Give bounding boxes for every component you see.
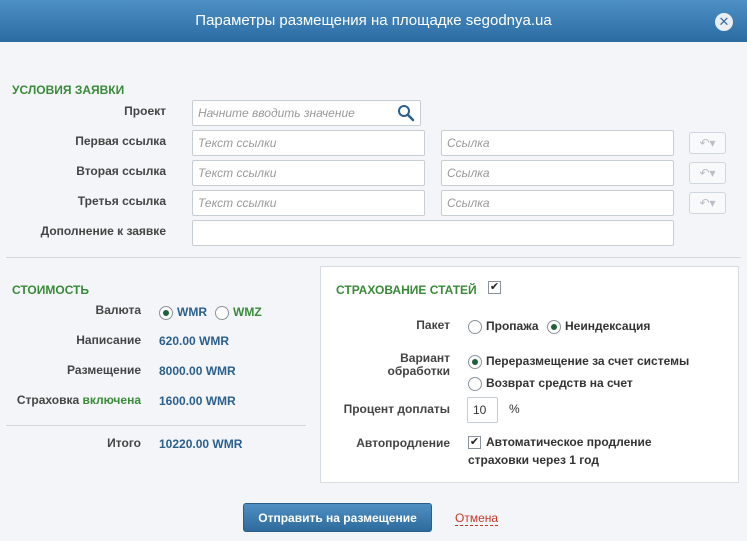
link3-text-input[interactable]: Текст ссылки — [192, 190, 425, 216]
cancel-link[interactable]: Отмена — [455, 511, 499, 526]
addition-input[interactable] — [192, 220, 674, 246]
insurance-label-text: Страховка — [16, 393, 80, 407]
addition-label: Дополнение к заявке — [40, 224, 166, 238]
link2-url-input[interactable]: Ссылка — [441, 160, 674, 186]
variant-replace-radio[interactable] — [468, 355, 482, 369]
undo-icon: ↶▾ — [699, 166, 716, 180]
autorenew-text-line1: Автоматическое продление — [486, 435, 652, 449]
package-nonindex-label: Неиндексация — [565, 319, 651, 333]
total-label: Итого — [107, 436, 141, 450]
link1-url-input[interactable]: Ссылка — [441, 130, 674, 156]
package-loss-label: Пропажа — [486, 319, 539, 333]
percent-unit: % — [509, 402, 520, 416]
variant-label: Вариант обработки — [330, 352, 450, 378]
placement-label: Размещение — [67, 363, 141, 377]
insurance-cost-label: Страховка включена — [14, 393, 141, 407]
variant-replace-label: Переразмещение за счет системы — [486, 354, 690, 368]
project-input[interactable]: Начните вводить значение — [192, 100, 421, 126]
insurance-state-text: включена — [82, 393, 141, 407]
undo-icon: ↶▾ — [699, 136, 716, 150]
package-nonindex-radio[interactable] — [547, 320, 561, 334]
currency-wmr-label: WMR — [177, 305, 207, 319]
autorenew-checkbox[interactable]: ✔ — [468, 436, 481, 449]
percent-input[interactable]: 10 — [467, 397, 498, 423]
link3-label: Третья ссылка — [77, 194, 166, 208]
insurance-section-title: СТРАХОВАНИЕ СТАТЕЙ — [336, 283, 477, 297]
submit-button[interactable]: Отправить на размещение — [243, 503, 432, 532]
conditions-section-title: УСЛОВИЯ ЗАЯВКИ — [12, 83, 125, 97]
currency-wmz-label: WMZ — [233, 305, 262, 319]
link3-url-input[interactable]: Ссылка — [441, 190, 674, 216]
link2-text-input[interactable]: Текст ссылки — [192, 160, 425, 186]
search-icon[interactable] — [397, 104, 415, 122]
writing-value: 620.00 WMR — [159, 334, 230, 348]
currency-wmz-radio[interactable] — [215, 306, 229, 320]
project-label: Проект — [124, 104, 166, 118]
currency-label: Валюта — [95, 303, 141, 317]
link1-label: Первая ссылка — [75, 134, 166, 148]
link2-label: Вторая ссылка — [76, 164, 166, 178]
link2-undo-button[interactable]: ↶▾ — [689, 162, 726, 184]
insurance-enabled-checkbox[interactable]: ✔ — [488, 281, 501, 294]
cost-section-title: СТОИМОСТЬ — [12, 283, 90, 297]
package-label: Пакет — [416, 318, 450, 332]
insurance-value: 1600.00 WMR — [159, 394, 236, 408]
currency-wmr-radio[interactable] — [159, 306, 173, 320]
close-icon[interactable]: ✕ — [715, 13, 733, 31]
variant-refund-label: Возврат средств на счет — [486, 376, 633, 390]
variant-label-line2: обработки — [387, 364, 450, 378]
section-divider — [6, 257, 741, 258]
package-loss-radio[interactable] — [468, 320, 482, 334]
link3-undo-button[interactable]: ↶▾ — [689, 192, 726, 214]
dialog-titlebar: Параметры размещения на площадке segodny… — [0, 0, 747, 42]
autorenew-text-line2: страховки через 1 год — [468, 453, 599, 467]
undo-icon: ↶▾ — [699, 196, 716, 210]
placement-value: 8000.00 WMR — [159, 364, 236, 378]
total-value: 10220.00 WMR — [159, 437, 243, 451]
dialog-title: Параметры размещения на площадке segodny… — [195, 12, 552, 29]
total-divider — [6, 425, 306, 426]
autorenew-label: Автопродление — [356, 436, 450, 450]
project-placeholder: Начните вводить значение — [198, 106, 355, 120]
link1-text-input[interactable]: Текст ссылки — [192, 130, 425, 156]
percent-label: Процент доплаты — [343, 402, 450, 416]
link1-undo-button[interactable]: ↶▾ — [689, 132, 726, 154]
variant-refund-radio[interactable] — [468, 377, 482, 391]
writing-label: Написание — [76, 333, 141, 347]
